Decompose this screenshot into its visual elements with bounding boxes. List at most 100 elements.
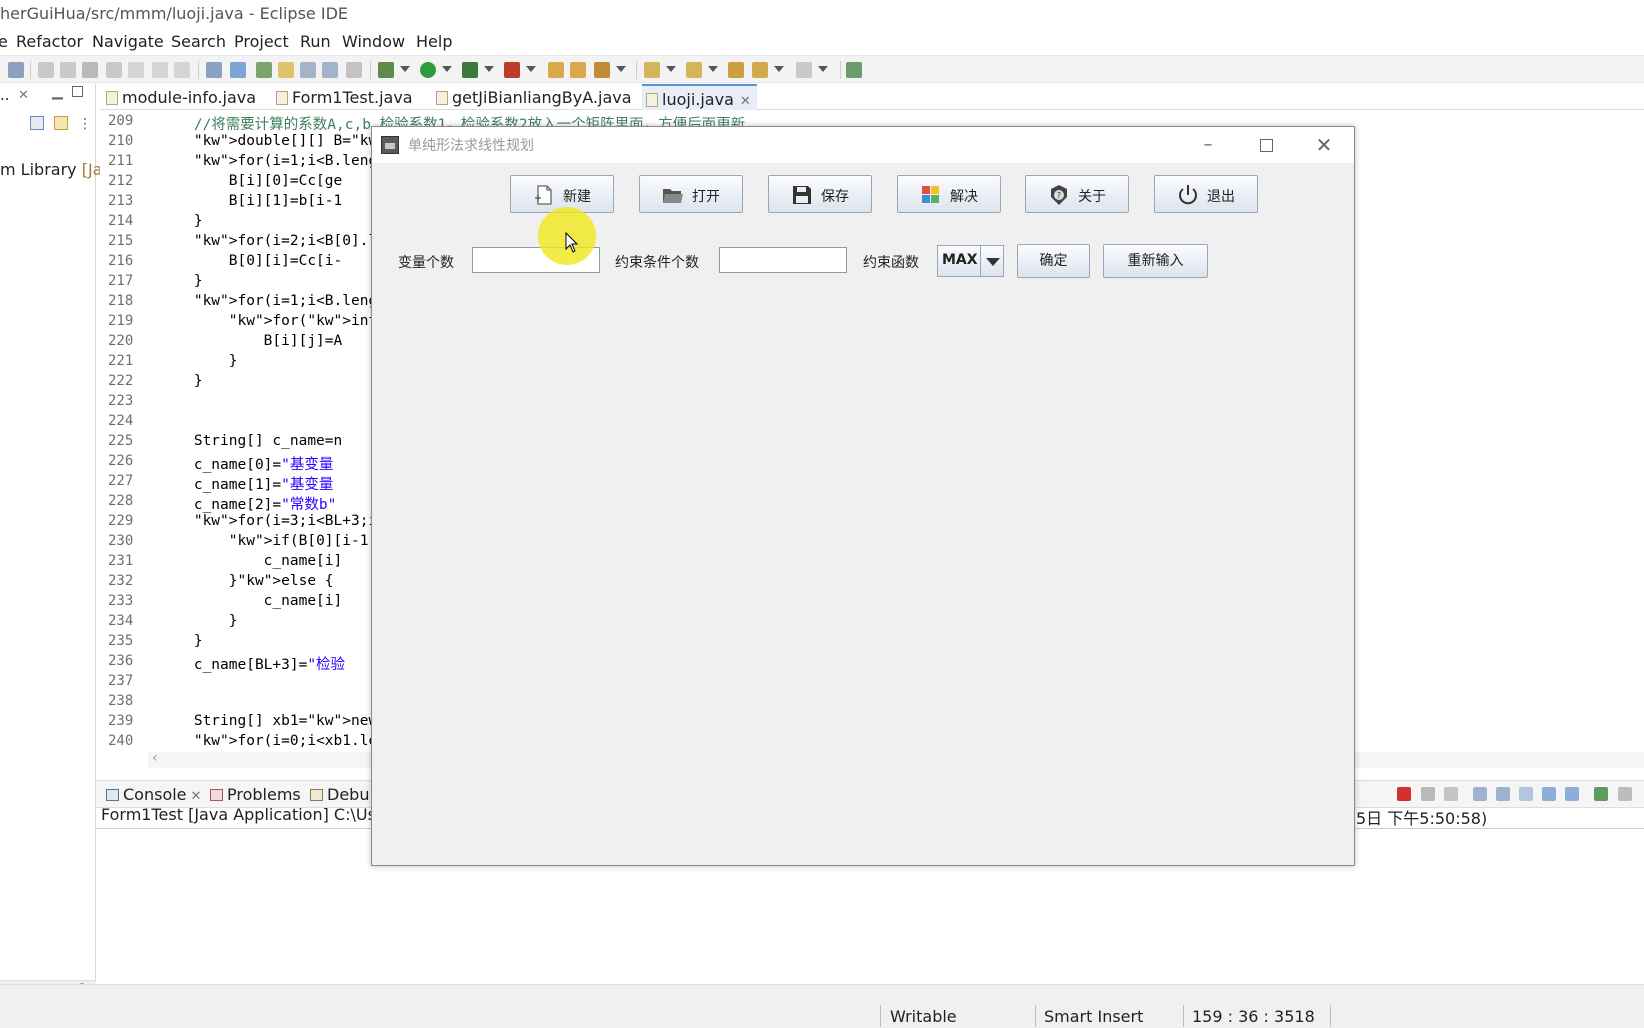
- close-view-icon[interactable]: ✕: [18, 88, 29, 103]
- line-number: 238: [108, 693, 134, 709]
- code-line: }: [124, 633, 203, 649]
- suspend-icon[interactable]: [60, 62, 76, 78]
- drop-to-frame-icon[interactable]: [206, 62, 222, 78]
- resume-icon[interactable]: [38, 62, 54, 78]
- step-over-icon[interactable]: [152, 62, 168, 78]
- collapse-all-icon[interactable]: [30, 116, 44, 130]
- show-whitespace-icon[interactable]: [346, 62, 362, 78]
- tab-problems[interactable]: Problems: [210, 785, 301, 804]
- objective-select[interactable]: MAX: [937, 245, 1004, 277]
- coverage-dropdown-icon[interactable]: [484, 66, 494, 74]
- previous-annotation-dropdown-icon[interactable]: [708, 66, 718, 74]
- debug-icon[interactable]: [378, 62, 394, 78]
- search-dropdown-icon[interactable]: [616, 66, 626, 74]
- remove-all-launches-icon[interactable]: [1444, 787, 1458, 801]
- window-title: herGuiHua/src/mmm/luoji.java - Eclipse I…: [0, 4, 348, 23]
- run-icon[interactable]: [420, 62, 436, 78]
- previous-annotation-icon[interactable]: [686, 62, 702, 78]
- close-tab-icon[interactable]: ✕: [740, 94, 751, 109]
- status-insert-mode: Smart Insert: [1044, 1007, 1144, 1026]
- chevron-down-icon[interactable]: [980, 246, 1004, 276]
- close-icon[interactable]: ✕: [1312, 133, 1336, 157]
- use-step-filters-icon[interactable]: [230, 62, 246, 78]
- code-line: B[0][i]=Cc[i-: [124, 253, 343, 269]
- solve-button[interactable]: 解决: [897, 175, 1001, 213]
- code-line: "kw">for(i=0;i<xb1.len: [193, 733, 386, 749]
- forward-icon[interactable]: [796, 62, 812, 78]
- search-tool-icon[interactable]: [594, 62, 610, 78]
- step-into-icon[interactable]: [128, 62, 144, 78]
- about-button[interactable]: ? 关于: [1025, 175, 1129, 213]
- simplex-dialog: 单纯形法求线性规划 – ✕ 新建 打开 保存 解决 ? 关于 退出 变量个数 约…: [371, 126, 1355, 866]
- open-type-icon[interactable]: [548, 62, 564, 78]
- tab-console[interactable]: Console ✕: [106, 785, 201, 804]
- tab-getjibianliang[interactable]: getJiBianliangByA.java: [436, 84, 632, 110]
- menu-navigate[interactable]: Navigate: [92, 32, 164, 51]
- back-icon[interactable]: [752, 62, 768, 78]
- open-console-icon[interactable]: [1618, 787, 1632, 801]
- toggle-block-icon[interactable]: [300, 62, 316, 78]
- skip-breakpoints-icon[interactable]: [8, 62, 24, 78]
- status-writable: Writable: [890, 1007, 957, 1026]
- open-resource-icon[interactable]: [570, 62, 586, 78]
- code-line: }: [124, 353, 238, 369]
- forward-dropdown-icon[interactable]: [818, 66, 828, 74]
- tab-module-info[interactable]: module-info.java: [106, 84, 256, 110]
- confirm-button[interactable]: 确定: [1017, 244, 1090, 278]
- open-task-icon[interactable]: [256, 62, 272, 78]
- menu-search[interactable]: Search: [171, 32, 226, 51]
- terminate-console-icon[interactable]: [1397, 787, 1411, 801]
- open-button[interactable]: 打开: [639, 175, 743, 213]
- external-tools-dropdown-icon[interactable]: [526, 66, 536, 74]
- menu-refactor[interactable]: Refactor: [16, 32, 83, 51]
- console-icon: [106, 789, 119, 801]
- last-edit-icon[interactable]: [728, 62, 744, 78]
- pin-editor-icon[interactable]: [846, 62, 862, 78]
- next-annotation-dropdown-icon[interactable]: [666, 66, 676, 74]
- code-line: B[i][1]=b[i-1: [124, 193, 343, 209]
- tab-form1test[interactable]: Form1Test.java: [276, 84, 413, 110]
- show-console-on-output-icon[interactable]: [1542, 787, 1556, 801]
- highlight-icon[interactable]: [278, 62, 294, 78]
- minimize-view-icon[interactable]: ▁: [52, 84, 63, 100]
- jre-library-label[interactable]: m Library [Jav: [0, 160, 112, 179]
- open-folder-icon: [663, 189, 683, 203]
- new-file-icon: [535, 185, 552, 205]
- view-menu-icon[interactable]: ⋮: [78, 116, 92, 132]
- menu-window[interactable]: Window: [342, 32, 405, 51]
- maximize-icon[interactable]: [1254, 133, 1278, 157]
- close-console-icon[interactable]: ✕: [191, 789, 202, 804]
- tab-luoji[interactable]: luoji.java ✕: [642, 84, 757, 110]
- tab-debug[interactable]: Debu: [310, 785, 369, 804]
- pin-console-icon[interactable]: [1594, 787, 1608, 801]
- back-dropdown-icon[interactable]: [774, 66, 784, 74]
- coverage-icon[interactable]: [462, 62, 478, 78]
- exit-button[interactable]: 退出: [1154, 175, 1258, 213]
- remove-launch-icon[interactable]: [1421, 787, 1435, 801]
- menu-edit[interactable]: e: [0, 32, 8, 51]
- save-button[interactable]: 保存: [768, 175, 872, 213]
- constraint-count-input[interactable]: [719, 247, 847, 273]
- disconnect-icon[interactable]: [106, 62, 122, 78]
- run-dropdown-icon[interactable]: [442, 66, 452, 74]
- external-tools-icon[interactable]: [504, 62, 520, 78]
- clear-console-icon[interactable]: [1473, 787, 1487, 801]
- dialog-titlebar[interactable]: 单纯形法求线性规划 – ✕: [372, 127, 1354, 163]
- menu-run[interactable]: Run: [300, 32, 331, 51]
- step-return-icon[interactable]: [174, 62, 190, 78]
- maximize-view-icon[interactable]: [72, 86, 83, 97]
- scroll-left-icon[interactable]: ‹: [152, 750, 158, 766]
- reset-button[interactable]: 重新输入: [1103, 244, 1208, 278]
- scroll-lock-icon[interactable]: [1496, 787, 1510, 801]
- terminate-icon[interactable]: [82, 62, 98, 78]
- show-console-on-error-icon[interactable]: [1565, 787, 1579, 801]
- debug-dropdown-icon[interactable]: [400, 66, 410, 74]
- menu-help[interactable]: Help: [416, 32, 452, 51]
- mark-occurrences-icon[interactable]: [322, 62, 338, 78]
- word-wrap-icon[interactable]: [1519, 787, 1533, 801]
- next-annotation-icon[interactable]: [644, 62, 660, 78]
- link-editor-icon[interactable]: [54, 116, 68, 130]
- menu-project[interactable]: Project: [234, 32, 289, 51]
- main-toolbar: [0, 55, 1644, 83]
- minimize-icon[interactable]: –: [1196, 133, 1220, 157]
